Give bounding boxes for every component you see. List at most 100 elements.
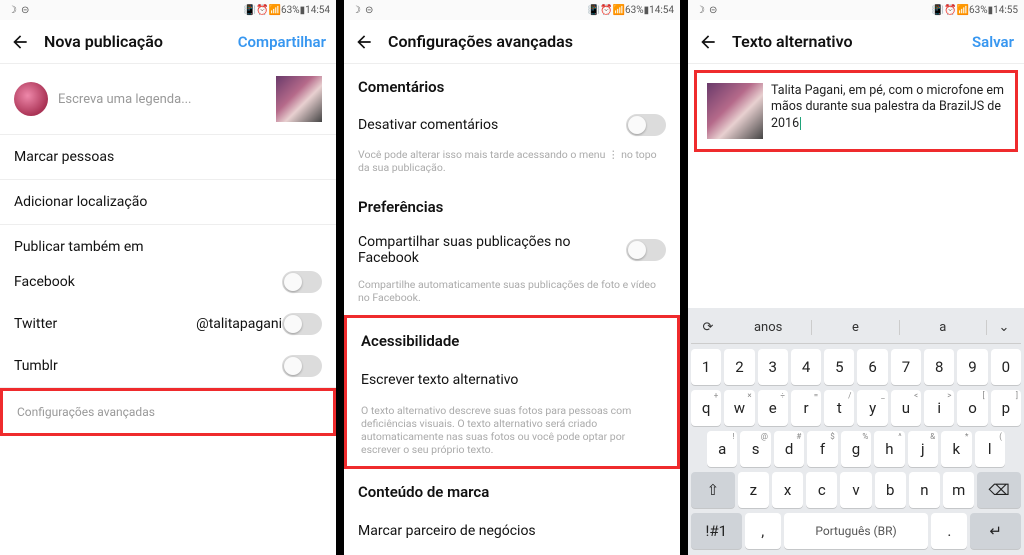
key-m[interactable]: m — [943, 472, 974, 508]
dnd-icon: ⊝ — [365, 5, 373, 16]
write-alt-text-row[interactable]: Escrever texto alternativo — [347, 358, 677, 402]
toggle-switch[interactable] — [626, 114, 666, 136]
key-b[interactable]: b — [875, 472, 906, 508]
back-arrow-icon[interactable] — [10, 32, 30, 52]
keyboard: ⟳ anos e a ⌄ 1234567890 q+w×e÷r=t/y_u<i>… — [688, 308, 1024, 555]
key-w[interactable]: w× — [724, 390, 754, 426]
key-t[interactable]: t/ — [824, 390, 854, 426]
caption-input[interactable]: Escreva uma legenda... — [58, 92, 266, 107]
key-3[interactable]: 3 — [758, 349, 788, 385]
disable-comments-row[interactable]: Desativar comentários — [344, 104, 680, 146]
chevron-down-icon[interactable]: ⌄ — [987, 320, 1021, 335]
key-h[interactable]: h^ — [874, 431, 904, 467]
backspace-key[interactable]: ⌫ — [977, 472, 1021, 508]
key-9[interactable]: 9 — [957, 349, 987, 385]
back-arrow-icon[interactable] — [354, 32, 374, 52]
comma-key[interactable]: , — [745, 513, 781, 549]
text-cursor — [800, 117, 801, 130]
key-1[interactable]: 1 — [691, 349, 721, 385]
post-thumbnail — [707, 83, 763, 139]
alarm-icon: ⏰ — [600, 5, 612, 16]
key-q[interactable]: q+ — [691, 390, 721, 426]
suggestion-3[interactable]: a — [900, 320, 987, 335]
key-y[interactable]: y_ — [857, 390, 887, 426]
post-thumbnail[interactable] — [276, 76, 322, 122]
content-area: Comentários Desativar comentários Você p… — [344, 64, 680, 555]
status-bar: ☽ ⊝ 📳 ⏰ 📶 63% ▮ 14:55 — [688, 0, 1024, 20]
key-z[interactable]: z — [738, 472, 769, 508]
toggle-switch[interactable] — [282, 355, 322, 377]
share-button[interactable]: Compartilhar — [238, 33, 326, 51]
share-fb-row[interactable]: Compartilhar suas publicações no Faceboo… — [344, 224, 680, 276]
dnd-icon: ⊝ — [709, 5, 717, 16]
tag-people-row[interactable]: Marcar pessoas — [0, 135, 336, 180]
suggestion-1[interactable]: anos — [725, 320, 812, 335]
phone-3-alt-text: ☽ ⊝ 📳 ⏰ 📶 63% ▮ 14:55 Texto alternativo … — [688, 0, 1024, 555]
space-key[interactable]: Português (BR) — [784, 513, 929, 549]
key-u[interactable]: u< — [891, 390, 921, 426]
key-0[interactable]: 0 — [991, 349, 1021, 385]
toggle-switch[interactable] — [282, 313, 322, 335]
key-x[interactable]: x — [772, 472, 803, 508]
avatar — [14, 82, 48, 116]
key-2[interactable]: 2 — [724, 349, 754, 385]
key-a[interactable]: a! — [707, 431, 737, 467]
app-bar: Configurações avançadas — [344, 20, 680, 64]
key-g[interactable]: g% — [841, 431, 871, 467]
period-key[interactable]: . — [931, 513, 967, 549]
key-d[interactable]: d# — [774, 431, 804, 467]
key-i[interactable]: i> — [924, 390, 954, 426]
key-n[interactable]: n — [909, 472, 940, 508]
save-button[interactable]: Salvar — [972, 33, 1014, 51]
add-location-row[interactable]: Adicionar localização — [0, 180, 336, 225]
alarm-icon: ⏰ — [256, 5, 268, 16]
disable-comments-label: Desativar comentários — [358, 117, 626, 133]
key-4[interactable]: 4 — [791, 349, 821, 385]
twitter-toggle-row[interactable]: Twitter @talitapagani — [0, 303, 336, 345]
alt-text-value: Talita Pagani, em pé, com o microfone em… — [771, 83, 1004, 131]
key-row-numbers: 1234567890 — [691, 349, 1021, 385]
toggle-switch[interactable] — [626, 239, 666, 261]
app-bar: Texto alternativo Salvar — [688, 20, 1024, 64]
tag-partner-row[interactable]: Marcar parceiro de negócios — [344, 509, 680, 553]
vibrate-icon: 📳 — [588, 5, 600, 16]
suggestion-2[interactable]: e — [812, 320, 899, 335]
page-title: Configurações avançadas — [388, 32, 670, 51]
alt-hint: O texto alternativo descreve suas fotos … — [347, 402, 677, 467]
key-7[interactable]: 7 — [891, 349, 921, 385]
expand-icon[interactable]: ⟳ — [691, 320, 725, 335]
key-l[interactable]: l( — [975, 431, 1005, 467]
key-r[interactable]: r= — [791, 390, 821, 426]
symbols-key[interactable]: !#1 — [691, 513, 742, 549]
back-arrow-icon[interactable] — [698, 32, 718, 52]
phone-2-advanced-settings: ☽ ⊝ 📳 ⏰ 📶 63% ▮ 14:54 Configurações avan… — [344, 0, 680, 555]
content-area: Talita Pagani, em pé, com o microfone em… — [688, 64, 1024, 555]
key-v[interactable]: v — [840, 472, 871, 508]
moon-icon: ☽ — [352, 5, 361, 16]
advanced-settings-link[interactable]: Configurações avançadas — [3, 391, 333, 433]
alt-text-input[interactable]: Talita Pagani, em pé, com o microfone em… — [771, 83, 1005, 132]
toggle-switch[interactable] — [282, 271, 322, 293]
app-bar: Nova publicação Compartilhar — [0, 20, 336, 64]
key-p[interactable]: p] — [991, 390, 1021, 426]
key-e[interactable]: e÷ — [758, 390, 788, 426]
key-f[interactable]: f$ — [807, 431, 837, 467]
key-c[interactable]: c — [806, 472, 837, 508]
shift-key[interactable]: ⇧ — [691, 472, 735, 508]
key-s[interactable]: s@ — [740, 431, 770, 467]
enter-key[interactable]: ↵ — [970, 513, 1021, 549]
tumblr-toggle-row[interactable]: Tumblr — [0, 345, 336, 388]
key-j[interactable]: j& — [908, 431, 938, 467]
clock-text: 14:54 — [305, 5, 330, 16]
key-8[interactable]: 8 — [924, 349, 954, 385]
key-6[interactable]: 6 — [857, 349, 887, 385]
wifi-icon: 📶 — [269, 5, 281, 16]
key-5[interactable]: 5 — [824, 349, 854, 385]
facebook-toggle-row[interactable]: Facebook — [0, 261, 336, 303]
share-fb-label: Compartilhar suas publicações no Faceboo… — [358, 234, 626, 266]
key-o[interactable]: o[ — [957, 390, 987, 426]
page-title: Nova publicação — [44, 32, 238, 51]
key-k[interactable]: k* — [941, 431, 971, 467]
clock-text: 14:54 — [649, 5, 674, 16]
caption-row: Escreva uma legenda... — [0, 64, 336, 135]
